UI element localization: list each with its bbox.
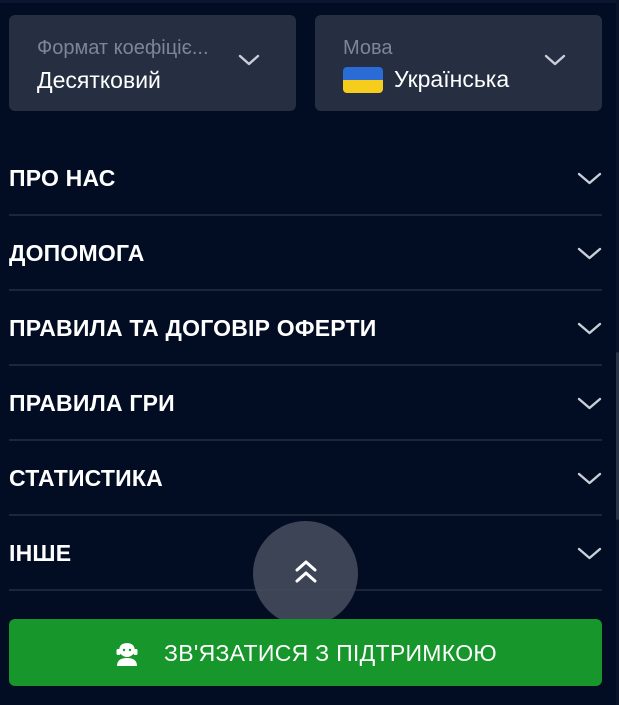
top-border <box>0 0 619 3</box>
accordion-item-label: ПРО НАС <box>9 165 116 191</box>
accordion-item-statistics[interactable]: СТАТИСТИКА <box>9 441 602 516</box>
support-agent-icon <box>116 640 138 666</box>
chevron-down-icon <box>577 547 602 560</box>
chevron-down-icon <box>238 54 260 66</box>
contact-support-label: ЗВ'ЯЗАТИСЯ З ПІДТРИМКОЮ <box>164 640 497 666</box>
language-select[interactable]: Мова Українська <box>315 15 602 111</box>
odds-format-label: Формат коефіціє... <box>37 37 209 59</box>
odds-format-value: Десятковий <box>37 67 161 93</box>
language-label: Мова <box>343 37 393 59</box>
chevron-down-icon <box>577 472 602 485</box>
accordion-item-about[interactable]: ПРО НАС <box>9 141 602 216</box>
settings-row: Формат коефіціє... Десятковий Мова Украї… <box>9 15 602 111</box>
accordion-item-help[interactable]: ДОПОМОГА <box>9 216 602 291</box>
ukraine-flag-icon <box>343 66 383 93</box>
chevron-down-icon <box>544 54 566 66</box>
language-value: Українська <box>394 66 510 92</box>
scroll-to-top-button[interactable] <box>253 521 358 626</box>
accordion-item-label: ДОПОМОГА <box>9 240 145 266</box>
accordion-item-label: ІНШЕ <box>9 540 72 566</box>
chevron-down-icon <box>577 322 602 335</box>
accordion-item-terms[interactable]: ПРАВИЛА ТА ДОГОВІР ОФЕРТИ <box>9 291 602 366</box>
accordion-item-game-rules[interactable]: ПРАВИЛА ГРИ <box>9 366 602 441</box>
language-value-wrap: Українська <box>343 66 509 93</box>
accordion-item-label: ПРАВИЛА ГРИ <box>9 390 175 416</box>
double-chevron-up-icon <box>295 560 317 583</box>
chevron-down-icon <box>577 397 602 410</box>
chevron-down-icon <box>577 172 602 185</box>
accordion-item-label: ПРАВИЛА ТА ДОГОВІР ОФЕРТИ <box>9 315 377 341</box>
chevron-down-icon <box>577 247 602 260</box>
accordion-item-label: СТАТИСТИКА <box>9 465 163 491</box>
odds-format-select[interactable]: Формат коефіціє... Десятковий <box>9 15 296 111</box>
contact-support-button[interactable]: ЗВ'ЯЗАТИСЯ З ПІДТРИМКОЮ <box>9 619 602 686</box>
